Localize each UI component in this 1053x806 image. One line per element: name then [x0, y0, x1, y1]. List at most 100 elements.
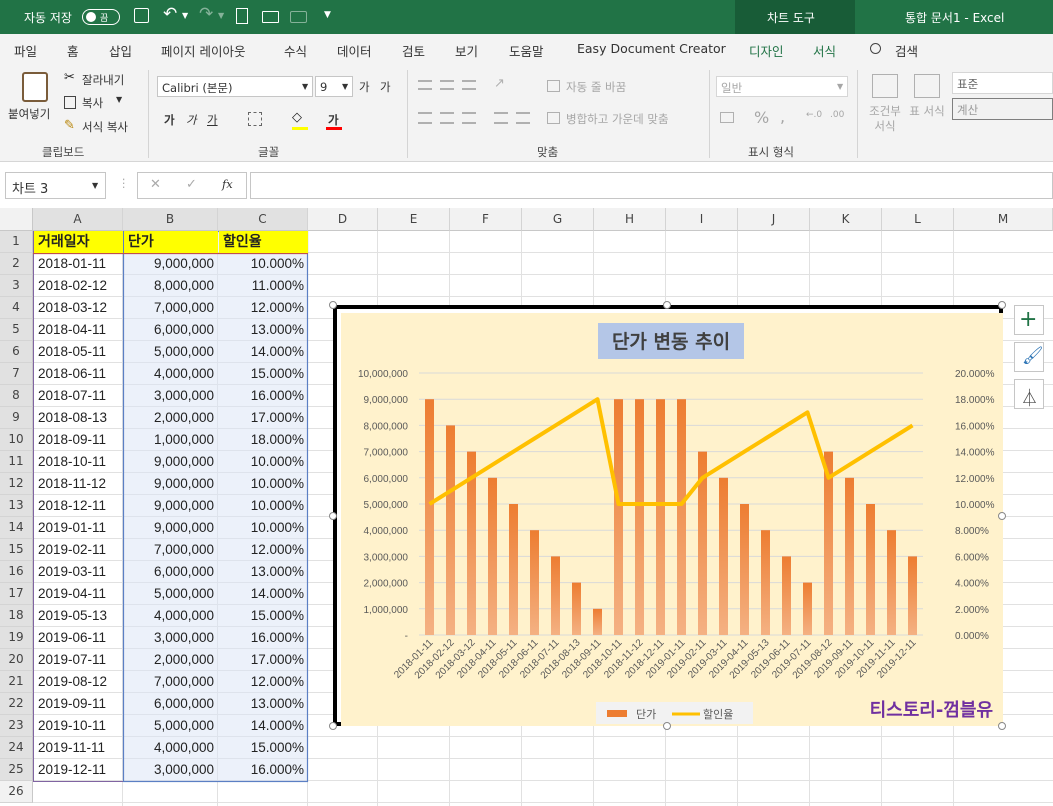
search-icon[interactable] — [870, 43, 881, 54]
font-name-select[interactable]: Calibri (본문) ▼ — [157, 76, 313, 97]
discount-cell[interactable]: 17.000% — [219, 649, 308, 671]
row-header[interactable]: 18 — [0, 605, 33, 627]
discount-cell[interactable]: 11.000% — [219, 275, 308, 297]
date-cell[interactable]: 2019-09-11 — [34, 693, 123, 715]
discount-cell[interactable]: 12.000% — [219, 297, 308, 319]
price-cell[interactable]: 9,000,000 — [124, 473, 218, 495]
price-cell[interactable]: 6,000,000 — [124, 693, 218, 715]
date-cell[interactable]: 2018-08-13 — [34, 407, 123, 429]
discount-cell[interactable]: 16.000% — [219, 627, 308, 649]
date-cell[interactable]: 2018-06-11 — [34, 363, 123, 385]
row-header[interactable]: 19 — [0, 627, 33, 649]
chart-plot-area[interactable]: - 1,000,000 2,000,000 3,000,000 4,000,000 5,0… — [341, 313, 1003, 726]
price-cell[interactable]: 2,000,000 — [124, 407, 218, 429]
price-cell[interactable]: 9,000,000 — [124, 253, 218, 275]
date-cell[interactable]: 2018-02-12 — [34, 275, 123, 297]
row-header[interactable]: 10 — [0, 429, 33, 451]
discount-cell[interactable]: 15.000% — [219, 605, 308, 627]
date-cell[interactable]: 2018-11-12 — [34, 473, 123, 495]
column-header[interactable]: J — [738, 208, 810, 231]
row-header[interactable]: 9 — [0, 407, 33, 429]
fill-color-icon[interactable]: ◇ — [292, 110, 302, 125]
tab-review[interactable]: 검토 — [402, 41, 425, 60]
price-cell[interactable]: 9,000,000 — [124, 517, 218, 539]
table-header-cell[interactable]: 거래일자 — [34, 231, 123, 253]
row-header[interactable]: 25 — [0, 759, 33, 781]
discount-cell[interactable]: 17.000% — [219, 407, 308, 429]
discount-cell[interactable]: 15.000% — [219, 737, 308, 759]
date-cell[interactable]: 2018-10-11 — [34, 451, 123, 473]
insert-function-icon[interactable]: fx — [222, 177, 233, 191]
price-cell[interactable]: 1,000,000 — [124, 429, 218, 451]
resize-handle[interactable] — [663, 722, 671, 730]
table-header-cell[interactable]: 단가 — [124, 231, 218, 253]
discount-cell[interactable]: 13.000% — [219, 561, 308, 583]
resize-handle[interactable] — [329, 301, 337, 309]
date-cell[interactable]: 2019-08-12 — [34, 671, 123, 693]
date-cell[interactable]: 2019-07-11 — [34, 649, 123, 671]
column-header[interactable]: F — [450, 208, 522, 231]
row-header[interactable]: 21 — [0, 671, 33, 693]
date-cell[interactable]: 2018-04-11 — [34, 319, 123, 341]
table-header-cell[interactable]: 할인율 — [219, 231, 308, 253]
bold-button[interactable]: 가 — [164, 112, 175, 128]
tab-data[interactable]: 데이터 — [337, 41, 372, 60]
date-cell[interactable]: 2019-04-11 — [34, 583, 123, 605]
column-header[interactable]: K — [810, 208, 882, 231]
date-cell[interactable]: 2018-01-11 — [34, 253, 123, 275]
column-header[interactable]: E — [378, 208, 450, 231]
copy-button[interactable]: 복사 — [82, 95, 103, 111]
row-header[interactable]: 3 — [0, 275, 33, 297]
column-header[interactable]: G — [522, 208, 594, 231]
chart-styles-button[interactable]: 🖌 — [1014, 342, 1044, 372]
row-header[interactable]: 20 — [0, 649, 33, 671]
paste-icon[interactable] — [22, 72, 48, 102]
date-cell[interactable]: 2018-12-11 — [34, 495, 123, 517]
price-cell[interactable]: 3,000,000 — [124, 385, 218, 407]
date-cell[interactable]: 2018-03-12 — [34, 297, 123, 319]
row-header[interactable]: 13 — [0, 495, 33, 517]
price-cell[interactable]: 2,000,000 — [124, 649, 218, 671]
date-cell[interactable]: 2019-12-11 — [34, 759, 123, 781]
discount-cell[interactable]: 16.000% — [219, 759, 308, 781]
price-cell[interactable]: 4,000,000 — [124, 737, 218, 759]
column-header[interactable]: B — [123, 208, 218, 231]
row-header[interactable]: 7 — [0, 363, 33, 385]
font-color-button[interactable]: 가 — [328, 112, 339, 128]
tab-page-layout[interactable]: 페이지 레이아웃 — [161, 41, 245, 60]
date-cell[interactable]: 2018-05-11 — [34, 341, 123, 363]
chart-elements-button[interactable]: + — [1014, 305, 1044, 335]
row-header[interactable]: 15 — [0, 539, 33, 561]
tab-insert[interactable]: 삽입 — [109, 41, 132, 60]
save-icon[interactable] — [134, 8, 149, 23]
date-cell[interactable]: 2019-11-11 — [34, 737, 123, 759]
tab-search[interactable]: 검색 — [895, 41, 918, 60]
discount-cell[interactable]: 10.000% — [219, 451, 308, 473]
row-header[interactable]: 24 — [0, 737, 33, 759]
price-cell[interactable]: 4,000,000 — [124, 363, 218, 385]
font-shrink-button[interactable]: 가 — [380, 79, 391, 95]
discount-cell[interactable]: 13.000% — [219, 319, 308, 341]
row-header[interactable]: 4 — [0, 297, 33, 319]
date-cell[interactable]: 2019-06-11 — [34, 627, 123, 649]
price-cell[interactable]: 7,000,000 — [124, 539, 218, 561]
date-cell[interactable]: 2019-05-13 — [34, 605, 123, 627]
discount-cell[interactable]: 12.000% — [219, 539, 308, 561]
date-cell[interactable]: 2019-10-11 — [34, 715, 123, 737]
date-cell[interactable]: 2019-01-11 — [34, 517, 123, 539]
price-cell[interactable]: 9,000,000 — [124, 451, 218, 473]
tab-chart-format[interactable]: 서식 — [813, 41, 836, 60]
discount-cell[interactable]: 14.000% — [219, 583, 308, 605]
resize-handle[interactable] — [329, 512, 337, 520]
discount-cell[interactable]: 15.000% — [219, 363, 308, 385]
chart-filters-button[interactable]: ⏃ — [1014, 379, 1044, 409]
tab-help[interactable]: 도움말 — [509, 41, 544, 60]
date-cell[interactable]: 2018-07-11 — [34, 385, 123, 407]
row-header[interactable]: 26 — [0, 781, 33, 803]
discount-cell[interactable]: 12.000% — [219, 671, 308, 693]
tab-file[interactable]: 파일 — [14, 41, 37, 60]
undo-dropdown-icon[interactable]: ▼ — [182, 11, 188, 20]
discount-cell[interactable]: 10.000% — [219, 517, 308, 539]
column-header[interactable]: A — [33, 208, 123, 231]
row-header[interactable]: 8 — [0, 385, 33, 407]
